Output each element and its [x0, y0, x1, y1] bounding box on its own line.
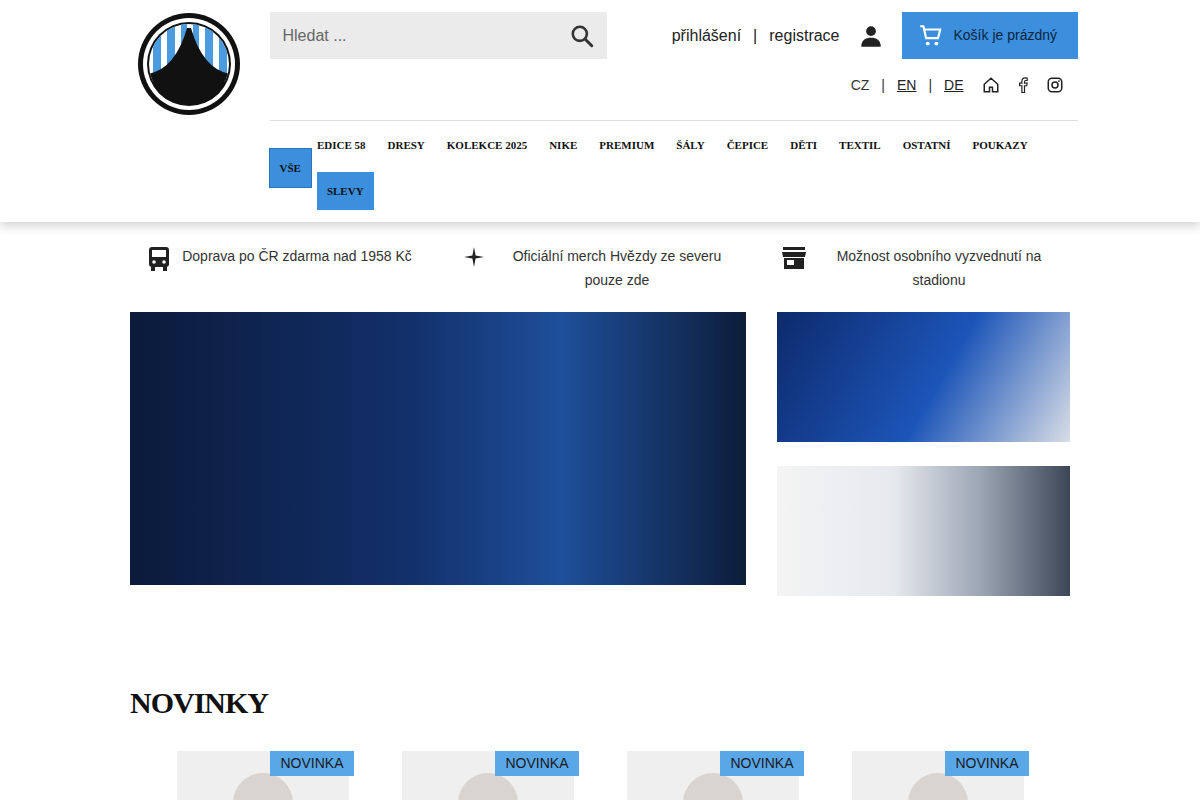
nav-item[interactable]: EDICE 58 — [317, 126, 366, 164]
product-cell: NOVINKA — [600, 751, 825, 800]
cart-icon — [918, 23, 944, 49]
club-logo-icon — [137, 12, 241, 116]
novinka-badge: NOVINKA — [945, 751, 1028, 776]
star-icon — [463, 244, 485, 268]
nav-item[interactable]: KOLEKCE 2025 — [447, 126, 527, 164]
product-cell: NOVINKA — [375, 751, 600, 800]
bus-icon — [148, 244, 170, 272]
section-heading: NOVINKY — [130, 688, 1070, 718]
account-separator: | — [753, 24, 757, 48]
nav-item[interactable]: OSTATNÍ — [903, 126, 951, 164]
instagram-icon — [1046, 76, 1064, 94]
store-icon — [781, 244, 807, 270]
register-link[interactable]: registrace — [769, 24, 839, 48]
nav-item[interactable]: PREMIUM — [599, 126, 654, 164]
cart-button[interactable]: Košík je prázdný — [902, 12, 1078, 59]
nav-item[interactable]: POUKAZY — [973, 126, 1028, 164]
language-separator: | — [881, 75, 885, 96]
product-photo — [908, 773, 968, 800]
nav-item[interactable]: VŠE — [270, 149, 311, 187]
product-cell: NOVINKA — [825, 751, 1050, 800]
login-link[interactable]: přihlášení — [672, 24, 741, 48]
product-card[interactable]: NOVINKA — [627, 751, 799, 800]
benefit-item: Možnost osobního vyzvednutí na stadionu — [770, 244, 1070, 292]
magnifier-icon — [569, 23, 595, 49]
search-button[interactable] — [557, 12, 607, 59]
instagram-link[interactable] — [1046, 76, 1064, 94]
product-photo — [233, 773, 293, 800]
novinka-badge: NOVINKA — [495, 751, 578, 776]
search-input[interactable] — [270, 24, 557, 48]
language-link[interactable]: EN — [897, 75, 916, 96]
facebook-icon — [1014, 76, 1032, 94]
product-photo — [683, 773, 743, 800]
benefit-text: Oficiální merch Hvězdy ze severu pouze z… — [497, 244, 737, 292]
product-card[interactable]: NOVINKA — [177, 751, 349, 800]
dresy-banner[interactable] — [777, 312, 1070, 442]
language-link[interactable]: DE — [944, 75, 963, 96]
language-link[interactable]: CZ — [851, 75, 870, 96]
nav-item[interactable]: NIKE — [549, 126, 577, 164]
user-icon — [858, 23, 884, 49]
nav-item[interactable]: DĚTI — [790, 126, 817, 164]
cart-label: Košík je prázdný — [954, 25, 1058, 46]
benefit-text: Možnost osobního vyzvednutí na stadionu — [819, 244, 1059, 292]
nav-item[interactable]: TEXTIL — [839, 126, 881, 164]
nav-item[interactable]: ŠÁLY — [676, 126, 704, 164]
category-nav: VŠE EDICE 58 DRESY KOLEKCE 2025 NIKE PREMIUM… — [270, 126, 1078, 210]
edice-58-banner[interactable] — [130, 312, 746, 585]
language-separator: | — [928, 75, 932, 96]
novinka-badge: NOVINKA — [270, 751, 353, 776]
nav-item[interactable]: SLEVY — [317, 172, 374, 210]
facebook-link[interactable] — [1014, 76, 1032, 94]
product-card[interactable]: NOVINKA — [402, 751, 574, 800]
search-box — [270, 12, 607, 59]
novinka-badge: NOVINKA — [720, 751, 803, 776]
product-photo — [458, 773, 518, 800]
logo[interactable] — [137, 12, 241, 116]
benefit-item: Oficiální merch Hvězdy ze severu pouze z… — [450, 244, 750, 292]
kids-collection-banner[interactable] — [777, 466, 1070, 596]
product-card[interactable]: NOVINKA — [852, 751, 1024, 800]
nav-item[interactable]: DRESY — [388, 126, 425, 164]
home-link[interactable] — [982, 76, 1000, 94]
benefit-text: Doprava po ČR zdarma nad 1958 Kč — [182, 244, 412, 268]
home-icon — [982, 76, 1000, 94]
site-header: přihlášení | registrace Košík je prázdný C… — [0, 0, 1200, 222]
product-cell: NOVINKA — [150, 751, 375, 800]
nav-item[interactable]: ČEPICE — [727, 126, 769, 164]
benefit-item: Doprava po ČR zdarma nad 1958 Kč — [130, 244, 430, 292]
